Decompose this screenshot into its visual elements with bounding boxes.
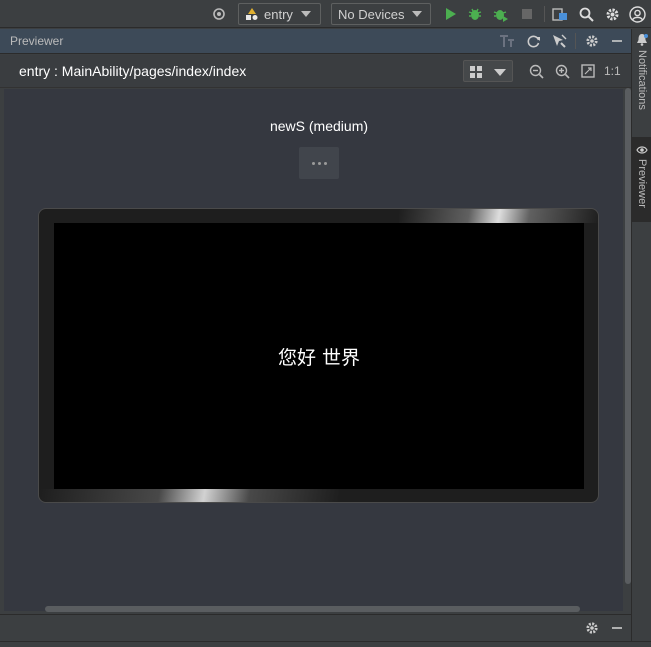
minimize-icon[interactable] xyxy=(609,620,625,636)
inspector-icon[interactable] xyxy=(551,33,567,49)
bottom-tool-bar xyxy=(0,614,631,641)
account-icon[interactable] xyxy=(628,5,646,23)
notifications-tab[interactable]: Notifications xyxy=(632,33,651,133)
refresh-icon[interactable] xyxy=(525,33,541,49)
font-size-icon[interactable] xyxy=(499,33,515,49)
module-selector[interactable]: entry xyxy=(238,3,321,25)
chevron-down-icon xyxy=(412,11,423,17)
chevron-down-icon xyxy=(494,69,506,76)
minimize-icon[interactable] xyxy=(609,33,625,49)
main-toolbar: entry No Devices xyxy=(0,0,651,28)
grid-icon xyxy=(470,66,482,78)
dot-icon xyxy=(311,161,315,165)
settings-gear-icon[interactable] xyxy=(603,5,621,23)
bezel-glare xyxy=(39,489,339,502)
toolbar-divider xyxy=(544,6,545,22)
page-path: entry : MainAbility/pages/index/index xyxy=(19,63,247,79)
chevron-down-icon xyxy=(300,11,311,17)
device-name-label: newS (medium) xyxy=(269,118,369,134)
settings-gear-icon[interactable] xyxy=(584,620,600,636)
attach-debugger-icon[interactable] xyxy=(492,5,510,23)
bezel-glare xyxy=(399,209,598,223)
device-screen[interactable]: 您好 世界 xyxy=(54,223,584,489)
target-icon[interactable] xyxy=(210,5,228,23)
device-selector[interactable]: No Devices xyxy=(331,3,431,25)
more-options-button[interactable] xyxy=(299,147,339,179)
previewer-panel-header: Previewer xyxy=(0,29,631,54)
device-selector-label: No Devices xyxy=(338,6,405,22)
previewer-tab[interactable]: Previewer xyxy=(632,137,651,222)
zoom-in-icon[interactable] xyxy=(554,63,570,79)
notifications-tab-label: Notifications xyxy=(636,50,648,110)
status-strip xyxy=(0,641,651,647)
hello-world-text: 您好 世界 xyxy=(277,346,361,369)
right-tool-window-strip: Notifications Previewer xyxy=(631,29,651,641)
bell-icon xyxy=(637,34,648,46)
header-divider xyxy=(575,33,576,49)
horizontal-scrollbar[interactable] xyxy=(45,606,580,612)
layout-mode-dropdown[interactable] xyxy=(463,60,513,82)
debug-icon[interactable] xyxy=(466,5,484,23)
stop-icon[interactable] xyxy=(518,5,536,23)
dot-icon xyxy=(323,161,327,165)
zoom-out-icon[interactable] xyxy=(528,63,544,79)
run-icon[interactable] xyxy=(441,5,459,23)
panel-title: Previewer xyxy=(10,34,64,48)
previewer-tab-label: Previewer xyxy=(636,159,648,208)
device-frame: 您好 世界 xyxy=(38,208,599,503)
fit-screen-icon[interactable] xyxy=(580,63,596,79)
search-icon[interactable] xyxy=(577,5,595,23)
device-manager-icon[interactable] xyxy=(551,5,569,23)
dot-icon xyxy=(317,161,321,165)
module-icon xyxy=(246,8,258,20)
page-path-bar: entry : MainAbility/pages/index/index 1:… xyxy=(0,55,631,88)
actual-size-button[interactable]: 1:1 xyxy=(604,64,621,78)
eye-icon xyxy=(636,146,648,154)
module-selector-label: entry xyxy=(264,6,293,22)
settings-gear-icon[interactable] xyxy=(584,33,600,49)
